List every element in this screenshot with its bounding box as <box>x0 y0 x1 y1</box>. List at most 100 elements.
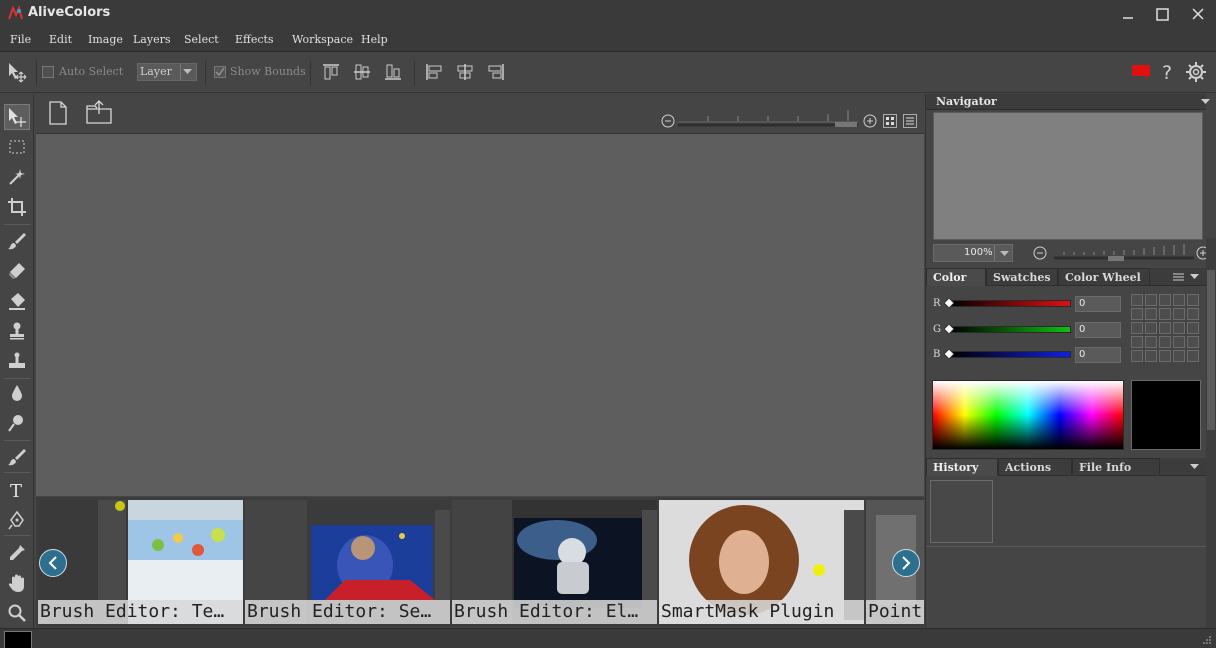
tab-file-info[interactable]: File Info <box>1072 458 1160 476</box>
slider-handle-icon[interactable] <box>944 298 954 308</box>
navigator-preview[interactable] <box>933 112 1203 240</box>
move-tool[interactable] <box>4 104 30 130</box>
blue-channel-slider[interactable] <box>948 351 1071 358</box>
panel-collapse-chevron-icon[interactable] <box>1190 464 1199 470</box>
auto-select-checkbox[interactable] <box>42 66 54 78</box>
tab-history[interactable]: History <box>926 458 998 476</box>
color-brush-tool[interactable] <box>4 444 30 470</box>
navigator-zoom-select[interactable]: 100% <box>933 244 1013 262</box>
resize-grip-icon[interactable] <box>1202 635 1212 645</box>
align-bottom-button[interactable] <box>382 61 404 83</box>
menu-effects[interactable]: Effects <box>235 33 274 46</box>
recent-color-swatch[interactable] <box>1145 308 1157 320</box>
zoom-in-icon[interactable] <box>863 114 877 128</box>
recent-color-swatch[interactable] <box>1131 322 1143 334</box>
clone-stamp-tool[interactable] <box>4 318 30 344</box>
hand-tool[interactable] <box>4 570 30 596</box>
recent-color-swatch[interactable] <box>1131 308 1143 320</box>
align-vcenter-button[interactable] <box>351 61 373 83</box>
healing-tool[interactable] <box>4 348 30 374</box>
recent-color-swatch[interactable] <box>1145 322 1157 334</box>
green-channel-slider[interactable] <box>948 326 1071 333</box>
eraser-tool[interactable] <box>4 258 30 284</box>
menu-select[interactable]: Select <box>184 33 219 46</box>
filmstrip-item[interactable]: SmartMask Plugin <box>659 500 864 624</box>
menu-help[interactable]: Help <box>361 33 388 46</box>
align-top-button[interactable] <box>320 61 342 83</box>
brush-tool[interactable] <box>4 228 30 254</box>
scrollbar-thumb[interactable] <box>1207 270 1215 430</box>
color-spectrum[interactable] <box>932 380 1124 450</box>
recent-color-swatch[interactable] <box>1145 350 1157 362</box>
slider-handle-icon[interactable] <box>944 324 954 334</box>
panel-collapse-chevron-icon[interactable] <box>1190 274 1199 280</box>
recent-color-swatch[interactable] <box>1173 336 1185 348</box>
red-channel-input[interactable]: 0 <box>1075 296 1121 312</box>
red-channel-slider[interactable] <box>948 300 1071 307</box>
tab-swatches[interactable]: Swatches <box>986 268 1058 286</box>
settings-button[interactable] <box>1185 61 1207 83</box>
history-snapshot[interactable] <box>930 480 993 543</box>
menu-layers[interactable]: Layers <box>133 33 171 46</box>
minimize-button[interactable] <box>1110 0 1146 28</box>
blur-tool[interactable] <box>4 380 30 406</box>
new-document-button[interactable] <box>46 100 70 126</box>
filmstrip-prev-button[interactable] <box>39 549 67 577</box>
recent-color-swatch[interactable] <box>1187 308 1199 320</box>
recent-color-swatch[interactable] <box>1159 322 1171 334</box>
zoom-slider[interactable] <box>678 108 858 128</box>
menu-image[interactable]: Image <box>88 33 123 46</box>
canvas-area[interactable] <box>36 134 924 496</box>
eyedropper-tool[interactable] <box>4 540 30 566</box>
align-hcenter-button[interactable] <box>454 61 476 83</box>
show-bounds-checkbox[interactable] <box>214 66 226 78</box>
recent-color-swatch[interactable] <box>1159 294 1171 306</box>
align-right-button[interactable] <box>485 61 507 83</box>
menu-workspace[interactable]: Workspace <box>292 33 353 46</box>
right-panel-scrollbar[interactable] <box>1206 238 1216 628</box>
recent-color-swatch[interactable] <box>1131 294 1143 306</box>
zoom-tool[interactable] <box>4 600 30 626</box>
filmstrip-next-button[interactable] <box>892 549 920 577</box>
marquee-tool[interactable] <box>4 134 30 160</box>
foreground-color-swatch[interactable] <box>4 631 32 648</box>
move-tool-option-icon[interactable] <box>6 61 28 83</box>
navigator-zoom-out-icon[interactable] <box>1033 246 1047 260</box>
open-document-button[interactable] <box>85 98 113 126</box>
recent-color-swatch[interactable] <box>1187 322 1199 334</box>
notifications-button[interactable] <box>1130 61 1152 83</box>
align-left-button[interactable] <box>423 61 445 83</box>
navigator-zoom-slider[interactable] <box>1054 242 1194 262</box>
recent-color-swatch[interactable] <box>1159 308 1171 320</box>
recent-color-swatch[interactable] <box>1159 350 1171 362</box>
recent-color-swatch[interactable] <box>1187 336 1199 348</box>
panel-menu-chevron-icon[interactable] <box>1201 99 1210 105</box>
close-button[interactable] <box>1180 0 1216 28</box>
slider-handle-icon[interactable] <box>944 349 954 359</box>
maximize-button[interactable] <box>1144 0 1180 28</box>
magic-wand-tool[interactable] <box>4 164 30 190</box>
recent-color-swatch[interactable] <box>1145 336 1157 348</box>
recent-color-swatch[interactable] <box>1145 294 1157 306</box>
menu-file[interactable]: File <box>10 33 31 46</box>
layer-select[interactable]: Layer <box>137 63 197 81</box>
zoom-out-icon[interactable] <box>661 114 675 128</box>
grid-view-button[interactable] <box>883 114 897 128</box>
list-view-button[interactable] <box>903 114 917 128</box>
pen-tool[interactable] <box>4 507 30 533</box>
crop-tool[interactable] <box>4 194 30 220</box>
recent-color-swatch[interactable] <box>1187 294 1199 306</box>
recent-color-swatch[interactable] <box>1173 308 1185 320</box>
recent-color-swatch[interactable] <box>1173 322 1185 334</box>
blue-channel-input[interactable]: 0 <box>1075 347 1121 363</box>
tab-actions[interactable]: Actions <box>998 458 1072 476</box>
recent-color-swatch[interactable] <box>1187 350 1199 362</box>
menu-edit[interactable]: Edit <box>49 33 72 46</box>
tab-color[interactable]: Color <box>926 268 986 286</box>
recent-color-swatch[interactable] <box>1131 336 1143 348</box>
fill-tool[interactable] <box>4 288 30 314</box>
green-channel-input[interactable]: 0 <box>1075 322 1121 338</box>
filmstrip-item[interactable]: Brush Editor: Se… <box>245 500 450 624</box>
dodge-tool[interactable] <box>4 410 30 436</box>
recent-color-swatch[interactable] <box>1173 294 1185 306</box>
